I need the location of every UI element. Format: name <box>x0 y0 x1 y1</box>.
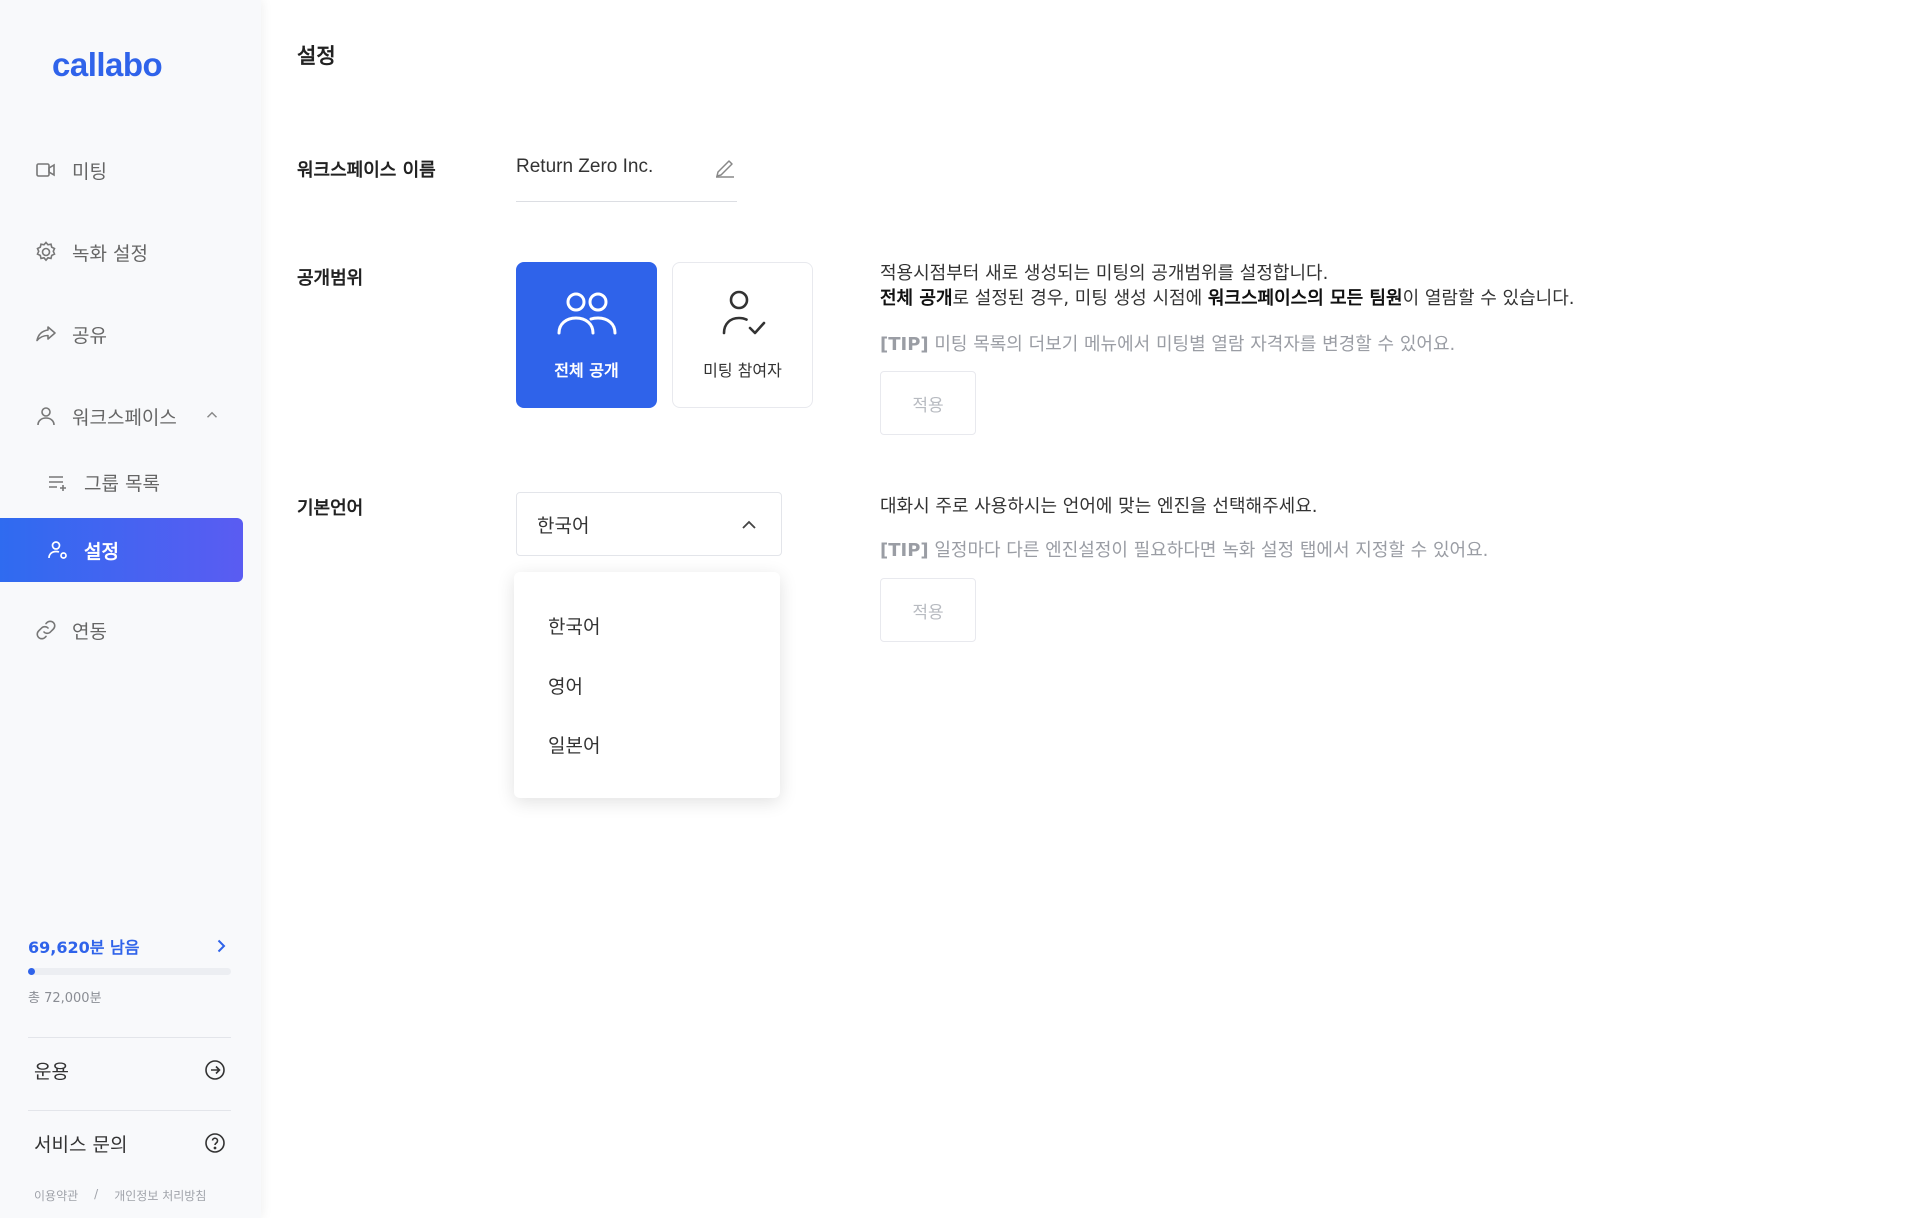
language-description: 대화시 주로 사용하시는 언어에 맞는 엔진을 선택해주세요. <box>880 496 1318 517</box>
divider <box>28 1110 231 1111</box>
tip-tag: [TIP] <box>880 540 929 561</box>
workspace-name-label: 워크스페이스 이름 <box>297 160 436 181</box>
sidebar-item-label: 그룹 목록 <box>84 472 160 495</box>
logo[interactable]: callabo <box>52 46 163 84</box>
scope-description-line1: 적용시점부터 새로 생성되는 미팅의 공개범위를 설정합니다. <box>880 263 1329 284</box>
arrow-circle-right-icon <box>205 1060 225 1080</box>
scope-tip: [TIP] 미팅 목록의 더보기 메뉴에서 미팅별 열람 자격자를 변경할 수 … <box>880 330 1455 356</box>
share-icon <box>34 322 58 346</box>
quota-total: 총 72,000분 <box>28 991 102 1006</box>
scope-option-participants[interactable]: 미팅 참여자 <box>672 262 813 408</box>
terms-link[interactable]: 이용약관 <box>34 1187 78 1204</box>
workspace-name-value: Return Zero Inc. <box>516 156 654 177</box>
legal-links: 이용약관 / 개인정보 처리방침 <box>34 1187 206 1204</box>
sidebar-item-label: 미팅 <box>72 160 107 183</box>
user-icon <box>34 404 58 428</box>
language-select[interactable]: 한국어 <box>516 492 782 556</box>
sidebar-item-group-list[interactable]: 그룹 목록 <box>0 450 243 514</box>
gear-icon <box>34 240 58 264</box>
language-apply-button[interactable]: 적용 <box>880 578 976 642</box>
sidebar-item-label: 연동 <box>72 620 107 643</box>
language-tip: [TIP] 일정마다 다른 엔진설정이 필요하다면 녹화 설정 탭에서 지정할 … <box>880 536 1488 562</box>
sidebar-item-integrations[interactable]: 연동 <box>0 598 243 662</box>
sidebar: callabo 미팅 녹화 설정 공유 워크스페이스 그룹 목록 설정 연동 6… <box>0 0 261 1218</box>
language-label: 기본언어 <box>297 498 364 519</box>
sidebar-item-label: 워크스페이스 <box>72 406 177 429</box>
sidebar-item-settings[interactable]: 설정 <box>0 518 243 582</box>
quota-progress-fill <box>28 968 35 975</box>
legal-separator: / <box>94 1187 99 1201</box>
quota-widget: 69,620분 남음 총 72,000분 <box>28 934 231 1006</box>
tip-text: 일정마다 다른 엔진설정이 필요하다면 녹화 설정 탭에서 지정할 수 있어요. <box>928 540 1489 561</box>
scope-option-label: 전체 공개 <box>554 361 619 380</box>
support-link[interactable]: 서비스 문의 <box>34 1123 227 1163</box>
quota-progress-bar <box>28 968 231 975</box>
scope-description-line2: 전체 공개로 설정된 경우, 미팅 생성 시점에 워크스페이스의 모든 팀원이 … <box>880 286 1575 311</box>
support-label: 서비스 문의 <box>34 1133 128 1156</box>
privacy-link[interactable]: 개인정보 처리방침 <box>114 1187 206 1204</box>
user-settings-icon <box>46 538 70 562</box>
help-circle-icon <box>205 1133 225 1153</box>
language-option-japanese[interactable]: 일본어 <box>548 731 600 758</box>
scope-desc-bold-members: 워크스페이스의 모든 팀원 <box>1207 288 1403 309</box>
list-add-icon <box>46 470 70 494</box>
language-selected-value: 한국어 <box>537 514 590 537</box>
language-dropdown: 한국어 영어 일본어 <box>514 572 780 798</box>
scope-description: 적용시점부터 새로 생성되는 미팅의 공개범위를 설정합니다. 전체 공개로 설… <box>880 261 1575 311</box>
scope-option-label: 미팅 참여자 <box>703 361 782 380</box>
chevron-up-icon <box>742 520 756 529</box>
scope-option-public[interactable]: 전체 공개 <box>516 262 657 408</box>
scope-label: 공개범위 <box>297 268 364 289</box>
divider <box>28 1037 231 1038</box>
sidebar-item-label: 설정 <box>84 540 119 563</box>
sidebar-item-meetings[interactable]: 미팅 <box>0 138 243 202</box>
scope-desc-text: 로 설정된 경우, 미팅 생성 시점에 <box>952 288 1208 309</box>
billing-link[interactable]: 운용 <box>34 1050 227 1090</box>
language-option-english[interactable]: 영어 <box>548 672 583 699</box>
main-content: 설정 워크스페이스 이름 Return Zero Inc. 공개범위 전체 공개… <box>261 0 1920 1218</box>
user-check-icon <box>722 290 765 335</box>
pencil-icon[interactable] <box>713 156 737 180</box>
sidebar-item-label: 녹화 설정 <box>72 242 148 265</box>
tip-text: 미팅 목록의 더보기 메뉴에서 미팅별 열람 자격자를 변경할 수 있어요. <box>928 334 1456 355</box>
sidebar-item-recording-settings[interactable]: 녹화 설정 <box>0 220 243 284</box>
sidebar-item-workspace[interactable]: 워크스페이스 <box>0 384 243 448</box>
language-option-korean[interactable]: 한국어 <box>548 612 600 639</box>
scope-desc-bold-public: 전체 공개 <box>880 288 953 309</box>
sidebar-item-share[interactable]: 공유 <box>0 302 243 366</box>
scope-desc-text: 이 열람할 수 있습니다. <box>1402 288 1575 309</box>
chevron-up-icon[interactable] <box>203 406 221 424</box>
group-icon <box>557 292 616 335</box>
link-icon <box>34 618 58 642</box>
sidebar-item-label: 공유 <box>72 324 107 347</box>
quota-remaining: 69,620분 남음 <box>28 938 140 957</box>
tip-tag: [TIP] <box>880 334 929 355</box>
chevron-right-icon[interactable] <box>211 936 231 956</box>
video-icon <box>34 158 58 182</box>
scope-apply-button[interactable]: 적용 <box>880 371 976 435</box>
page-title: 설정 <box>297 44 336 68</box>
workspace-name-field[interactable]: Return Zero Inc. <box>516 154 737 202</box>
billing-label: 운용 <box>34 1060 69 1083</box>
